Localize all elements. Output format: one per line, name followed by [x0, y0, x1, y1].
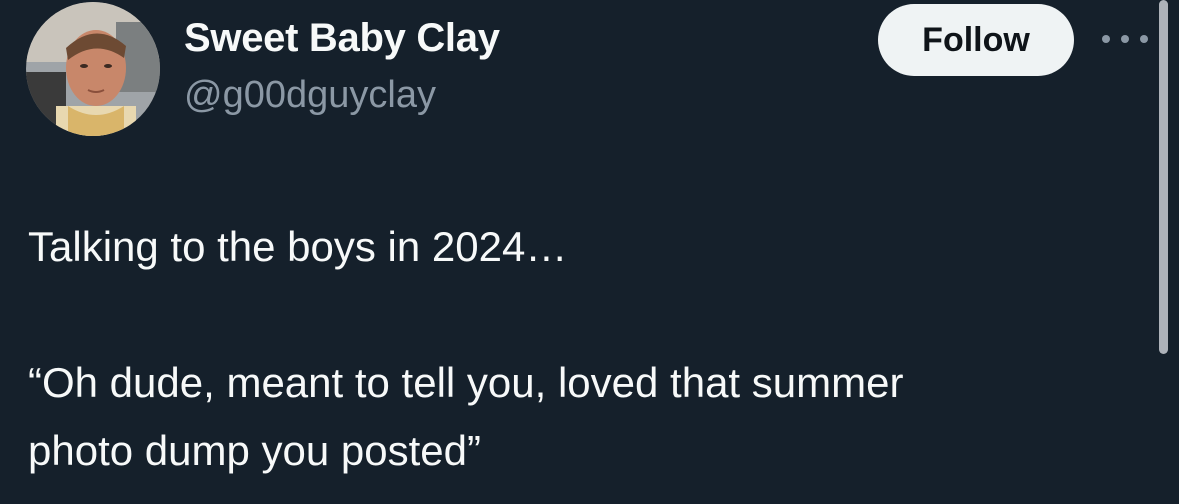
tweet-text-line: photo dump you posted”: [28, 427, 481, 474]
author-display-name[interactable]: Sweet Baby Clay: [184, 16, 500, 61]
dot: [1102, 35, 1110, 43]
avatar-image: [26, 2, 160, 136]
tweet-card: Sweet Baby Clay @g00dguyclay Follow Talk…: [0, 0, 1179, 504]
more-horizontal-icon[interactable]: [1102, 28, 1148, 50]
author-handle[interactable]: @g00dguyclay: [184, 74, 436, 117]
avatar[interactable]: [26, 2, 160, 136]
dot: [1140, 35, 1148, 43]
tweet-body: Talking to the boys in 2024… “Oh dude, m…: [28, 213, 1138, 485]
tweet-text-line: Talking to the boys in 2024…: [28, 223, 568, 270]
tweet-text-line: “Oh dude, meant to tell you, loved that …: [28, 359, 904, 406]
dot: [1121, 35, 1129, 43]
scrollbar[interactable]: [1159, 0, 1168, 354]
follow-button[interactable]: Follow: [878, 4, 1074, 76]
